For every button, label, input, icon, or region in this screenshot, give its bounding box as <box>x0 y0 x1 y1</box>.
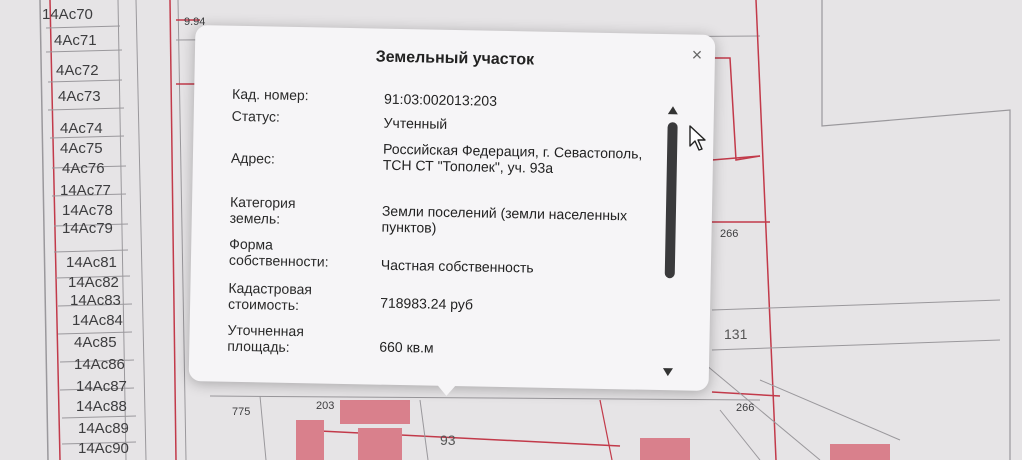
field-value-cad-number: 91:03:002013:203 <box>383 90 498 109</box>
parcel-label[interactable]: 14Ac70 <box>42 6 93 23</box>
parcel-label[interactable]: 4Ac76 <box>62 160 105 177</box>
parcel-label[interactable]: 14Ac84 <box>72 312 123 329</box>
parcel-label[interactable]: 14Ac77 <box>60 182 111 199</box>
field-value-address: Российская Федерация, г. Севастополь, ТС… <box>382 140 643 176</box>
field-value-status: Учтенный <box>383 114 448 132</box>
map-number: 131 <box>724 326 748 342</box>
triangle-down-icon[interactable] <box>662 368 673 377</box>
scroll-thumb[interactable] <box>664 122 678 279</box>
field-value-cadastral-value: 718983.24 руб <box>380 294 474 313</box>
field-label-cadastral-value: Кадастровая стоимость: <box>227 279 313 314</box>
map-number: 93 <box>440 432 456 448</box>
map-number: 775 <box>232 406 251 418</box>
popup-pointer <box>434 381 459 397</box>
parcel-label[interactable]: 4Ac73 <box>58 88 101 105</box>
parcel-label[interactable]: 4Ac72 <box>56 62 99 79</box>
field-label-status: Статус: <box>231 107 281 125</box>
parcel-label[interactable]: 14Ac87 <box>76 378 127 395</box>
map-number: 203 <box>316 400 335 412</box>
mouse-pointer-icon <box>689 125 706 151</box>
parcel-label[interactable]: 14Ac82 <box>68 274 119 291</box>
field-label-land-category: Категория земель: <box>229 193 296 227</box>
parcel-info-popup: Земельный участок × Кад. номер: 91:03:00… <box>188 25 716 397</box>
parcel-label[interactable]: 4Ac71 <box>54 32 97 49</box>
map-number: 266 <box>736 402 755 414</box>
parcel-label[interactable]: 4Ac74 <box>60 120 103 137</box>
popup-scrollbar[interactable] <box>662 106 680 378</box>
field-label-area: Уточненная площадь: <box>227 321 305 355</box>
field-value-land-category: Земли поселений (земли населенных пункто… <box>381 202 628 236</box>
field-label-ownership: Форма собственности: <box>228 235 329 270</box>
close-icon[interactable]: × <box>689 45 705 65</box>
parcel-label[interactable]: 14Ac81 <box>66 254 117 271</box>
parcel-label[interactable]: 14Ac88 <box>76 398 127 415</box>
field-label-cad-number: Кад. номер: <box>231 85 309 104</box>
parcel-label[interactable]: 4Ac75 <box>60 140 103 157</box>
field-value-ownership: Частная собственность <box>380 256 534 276</box>
parcel-label[interactable]: 4Ac85 <box>74 334 117 351</box>
field-value-area: 660 кв.м <box>379 338 434 356</box>
parcel-label[interactable]: 14Ac79 <box>62 220 113 237</box>
parcel-label[interactable]: 14Ac83 <box>70 292 121 309</box>
triangle-up-icon[interactable] <box>667 106 678 115</box>
parcel-label[interactable]: 14Ac86 <box>74 356 125 373</box>
popup-title: Земельный участок <box>375 48 535 69</box>
map-number: 266 <box>720 228 739 240</box>
parcel-label[interactable]: 14Ac78 <box>62 202 113 219</box>
parcel-label[interactable]: 14Ac90 <box>78 440 129 457</box>
field-label-address: Адрес: <box>230 149 276 167</box>
parcel-label[interactable]: 14Ac89 <box>78 420 129 437</box>
